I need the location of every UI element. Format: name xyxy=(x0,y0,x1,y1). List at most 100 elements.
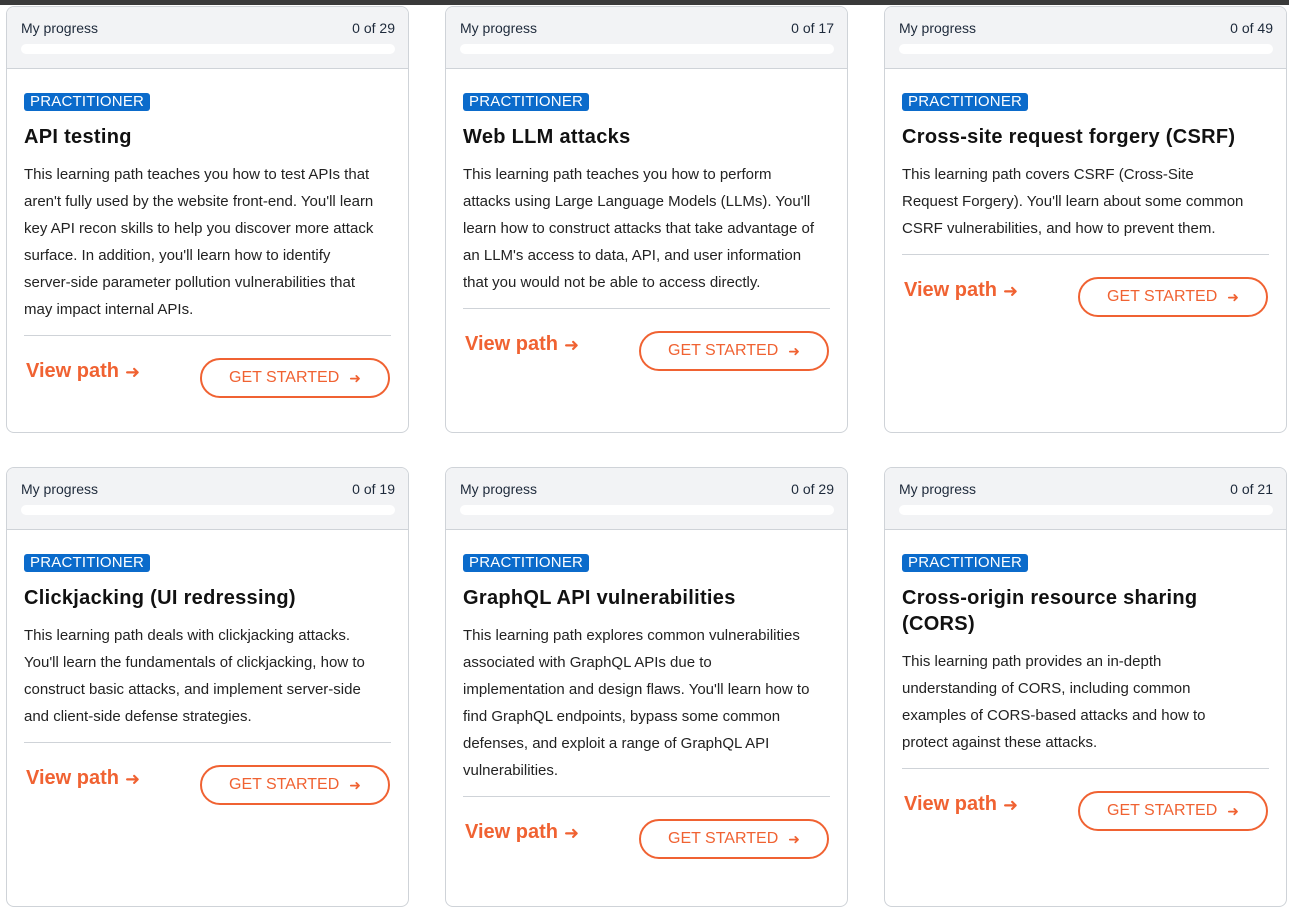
description-line: surface. In addition, you'll learn how t… xyxy=(24,247,331,264)
description-line: vulnerabilities. xyxy=(463,762,559,779)
description-line: and client-side defense strategies. xyxy=(24,708,252,725)
card-actions: View path ➜ GET STARTED ➜ xyxy=(463,797,830,879)
progress-label: My progress xyxy=(460,481,538,497)
learning-path-card: My progress 0 of 19 PRACTITIONER Clickja… xyxy=(6,467,409,907)
description-line: examples of CORS-based attacks and how t… xyxy=(902,707,1206,724)
card-body: PRACTITIONER Cross-site request forgery … xyxy=(885,69,1286,337)
arrow-right-icon: ➜ xyxy=(1227,802,1239,819)
card-body: PRACTITIONER Clickjacking (UI redressing… xyxy=(7,530,408,825)
view-path-label: View path xyxy=(26,767,119,789)
arrow-right-icon: ➜ xyxy=(125,768,141,789)
description-line: find GraphQL endpoints, bypass some comm… xyxy=(463,708,781,725)
progress-section: My progress 0 of 19 xyxy=(7,468,408,530)
view-path-link[interactable]: View path ➜ xyxy=(904,793,1018,816)
card-body: PRACTITIONER Cross-origin resource shari… xyxy=(885,530,1286,851)
description-line: aren't fully used by the website front-e… xyxy=(24,193,374,210)
description-line: defenses, and exploit a range of GraphQL… xyxy=(463,735,770,752)
description-line: protect against these attacks. xyxy=(902,734,1098,751)
arrow-right-icon: ➜ xyxy=(1003,280,1019,301)
learning-path-card: My progress 0 of 29 PRACTITIONER API tes… xyxy=(6,6,409,433)
view-path-link[interactable]: View path ➜ xyxy=(465,333,579,356)
view-path-label: View path xyxy=(465,333,558,355)
card-title: Web LLM attacks xyxy=(463,126,631,148)
card-actions: View path ➜ GET STARTED ➜ xyxy=(463,309,830,391)
description-line: an LLM's access to data, API, and user i… xyxy=(463,247,802,264)
arrow-right-icon: ➜ xyxy=(125,361,141,382)
progress-count: 0 of 19 xyxy=(352,481,395,497)
get-started-label: GET STARTED xyxy=(668,830,779,847)
learning-path-card: My progress 0 of 21 PRACTITIONER Cross-o… xyxy=(884,467,1287,907)
card-description: This learning path deals with clickjacki… xyxy=(24,622,391,730)
progress-label: My progress xyxy=(899,20,977,36)
card-body: PRACTITIONER API testing This learning p… xyxy=(7,69,408,418)
card-title: API testing xyxy=(24,126,132,148)
card-actions: View path ➜ GET STARTED ➜ xyxy=(902,255,1269,337)
get-started-label: GET STARTED xyxy=(1107,802,1218,819)
arrow-right-icon: ➜ xyxy=(1003,794,1019,815)
card-title: Cross-site request forgery (CSRF) xyxy=(902,126,1236,148)
description-line: learn how to construct attacks that take… xyxy=(463,220,815,237)
progress-count: 0 of 29 xyxy=(791,481,834,497)
arrow-right-icon: ➜ xyxy=(349,369,361,386)
learning-path-card: My progress 0 of 29 PRACTITIONER GraphQL… xyxy=(445,467,848,907)
arrow-right-icon: ➜ xyxy=(788,830,800,847)
description-line: server-side parameter pollution vulnerab… xyxy=(24,274,355,291)
learning-path-card: My progress 0 of 49 PRACTITIONER Cross-s… xyxy=(884,6,1287,433)
card-body: PRACTITIONER GraphQL API vulnerabilities… xyxy=(446,530,847,879)
progress-section: My progress 0 of 29 xyxy=(7,7,408,69)
view-path-label: View path xyxy=(465,821,558,843)
card-description: This learning path provides an in-depth u… xyxy=(902,648,1269,756)
card-title: Cross-origin resource sharing (CORS) xyxy=(902,587,1198,635)
view-path-label: View path xyxy=(26,360,119,382)
progress-count: 0 of 29 xyxy=(352,20,395,36)
description-line: understanding of CORS, including common xyxy=(902,680,1191,697)
description-line: This learning path teaches you how to te… xyxy=(24,166,370,183)
card-body: PRACTITIONER Web LLM attacks This learni… xyxy=(446,69,847,391)
get-started-label: GET STARTED xyxy=(229,776,340,793)
level-badge: PRACTITIONER xyxy=(24,93,151,111)
progress-label: My progress xyxy=(899,481,977,497)
get-started-label: GET STARTED xyxy=(229,369,340,386)
progress-section: My progress 0 of 17 xyxy=(446,7,847,69)
progress-label: My progress xyxy=(21,20,99,36)
level-badge: PRACTITIONER xyxy=(902,554,1029,572)
description-line: key API recon skills to help you discove… xyxy=(24,220,374,237)
get-started-label: GET STARTED xyxy=(1107,288,1218,305)
card-actions: View path ➜ GET STARTED ➜ xyxy=(24,743,391,825)
view-path-link[interactable]: View path ➜ xyxy=(465,821,579,844)
description-line: that you would not be able to access dir… xyxy=(463,274,761,291)
description-line: implementation and design flaws. You'll … xyxy=(463,681,810,698)
progress-bar xyxy=(460,505,834,515)
get-started-button[interactable]: GET STARTED ➜ xyxy=(200,358,390,398)
view-path-link[interactable]: View path ➜ xyxy=(26,767,140,790)
view-path-link[interactable]: View path ➜ xyxy=(26,360,140,383)
progress-bar xyxy=(21,505,395,515)
progress-label: My progress xyxy=(21,481,99,497)
level-badge: PRACTITIONER xyxy=(463,554,590,572)
card-description: This learning path covers CSRF (Cross-Si… xyxy=(902,161,1269,242)
progress-section: My progress 0 of 29 xyxy=(446,468,847,530)
card-actions: View path ➜ GET STARTED ➜ xyxy=(24,336,391,418)
card-description: This learning path teaches you how to te… xyxy=(24,161,391,323)
progress-bar xyxy=(460,44,834,54)
arrow-right-icon: ➜ xyxy=(564,822,580,843)
description-line: This learning path deals with clickjacki… xyxy=(24,627,350,644)
get-started-button[interactable]: GET STARTED ➜ xyxy=(639,331,829,371)
view-path-link[interactable]: View path ➜ xyxy=(904,279,1018,302)
description-line: construct basic attacks, and implement s… xyxy=(24,681,361,698)
description-line: This learning path explores common vulne… xyxy=(463,627,800,644)
get-started-button[interactable]: GET STARTED ➜ xyxy=(1078,277,1268,317)
progress-section: My progress 0 of 21 xyxy=(885,468,1286,530)
arrow-right-icon: ➜ xyxy=(349,776,361,793)
description-line: This learning path provides an in-depth xyxy=(902,653,1162,670)
get-started-button[interactable]: GET STARTED ➜ xyxy=(639,819,829,859)
get-started-button[interactable]: GET STARTED ➜ xyxy=(200,765,390,805)
description-line: This learning path teaches you how to pe… xyxy=(463,166,772,183)
progress-label: My progress xyxy=(460,20,538,36)
get-started-button[interactable]: GET STARTED ➜ xyxy=(1078,791,1268,831)
progress-bar xyxy=(899,505,1273,515)
learning-path-card: My progress 0 of 17 PRACTITIONER Web LLM… xyxy=(445,6,848,433)
view-path-label: View path xyxy=(904,793,997,815)
card-title: Clickjacking (UI redressing) xyxy=(24,587,296,609)
progress-bar xyxy=(899,44,1273,54)
